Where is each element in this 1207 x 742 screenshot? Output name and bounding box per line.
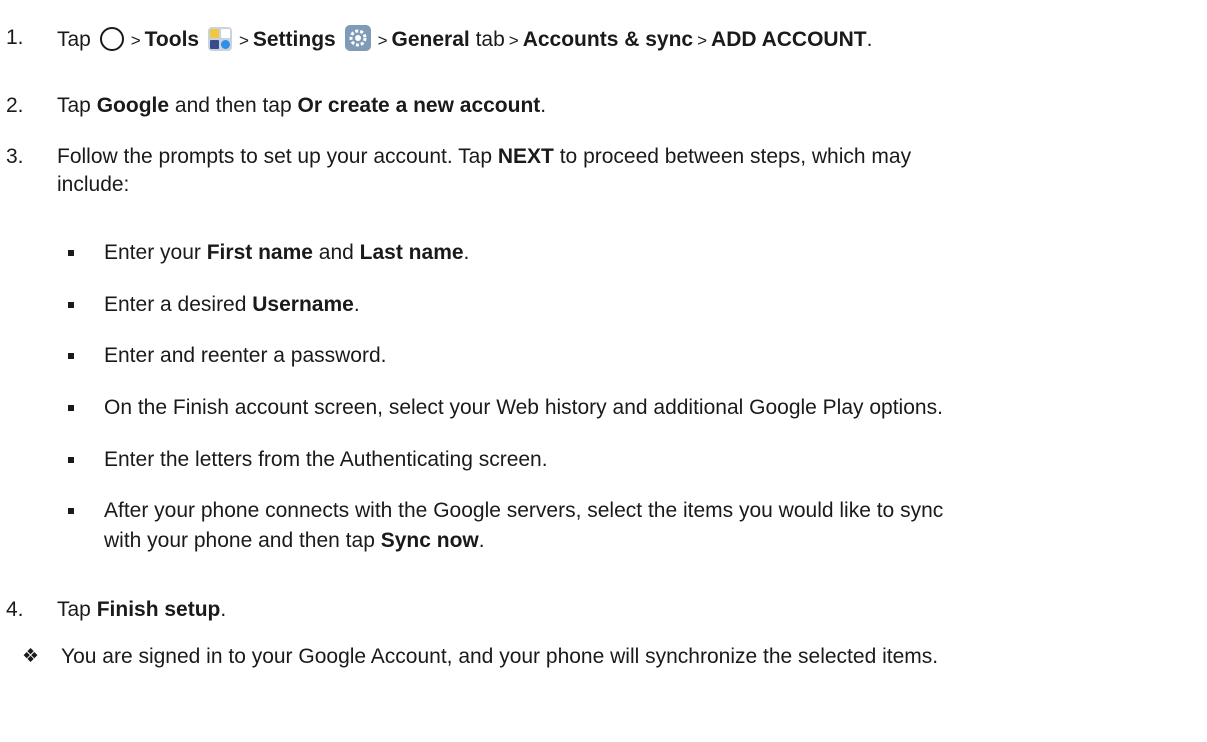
diamond-bullet-icon: ❖ — [22, 646, 40, 667]
square-bullet-icon — [68, 508, 74, 514]
square-bullet-icon — [68, 302, 74, 308]
step-text: Follow the prompts to set up your accoun… — [57, 145, 912, 196]
step-number: 3. — [6, 145, 24, 168]
step-number: 4. — [6, 598, 24, 621]
step-text: Tap Finish setup. — [57, 598, 227, 621]
home-circle-icon — [99, 26, 125, 60]
step-number: 2. — [6, 94, 24, 117]
tools-folder-icon — [207, 26, 233, 60]
square-bullet-icon — [68, 405, 74, 411]
square-bullet-icon — [68, 353, 74, 359]
square-bullet-icon — [68, 250, 74, 256]
step-number: 1. — [6, 26, 24, 49]
square-bullet-icon — [68, 457, 74, 463]
step-text: Tap Google and then tap Or create a new … — [57, 94, 547, 117]
settings-gear-icon — [344, 24, 372, 60]
step-text: Tap > Tools > Settings > General tab > Accoun… — [57, 24, 1190, 60]
